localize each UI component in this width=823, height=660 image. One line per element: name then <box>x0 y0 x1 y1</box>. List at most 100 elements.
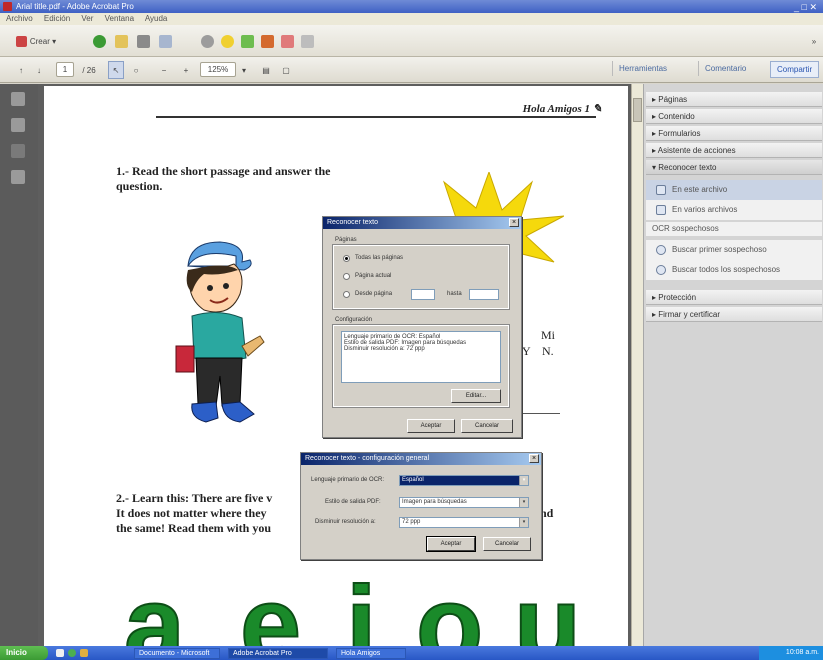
select-tool-icon[interactable]: ↖ <box>108 61 124 79</box>
page-thumbnails-icon[interactable] <box>11 92 25 106</box>
quicklaunch-browser-icon[interactable] <box>68 649 76 657</box>
section-action-wizard[interactable]: ▸ Asistente de acciones <box>646 143 822 158</box>
boy-cartoon-illustration <box>175 241 265 423</box>
task-acrobat[interactable]: Adobe Acrobat Pro <box>228 648 328 659</box>
page-header-title: Hola Amigos 1 ✎ <box>522 103 602 115</box>
windows-taskbar: Inicio Documento - Microsoft Adobe Acrob… <box>0 646 823 660</box>
bookmarks-icon[interactable] <box>11 118 25 132</box>
sign-icon[interactable] <box>298 32 316 50</box>
recognize-in-multiple-files[interactable]: En varios archivos <box>646 200 822 220</box>
section-pages[interactable]: ▸ Páginas <box>646 92 822 107</box>
vowel-letter-o: o <box>415 564 484 647</box>
menu-item-file[interactable]: Archivo <box>6 14 33 23</box>
resolution-select[interactable]: 72 ppp ▾ <box>399 517 529 528</box>
recognize-text-dialog: Reconocer texto × Páginas Todas las pági… <box>322 216 522 438</box>
previous-page-icon[interactable]: ↑ <box>14 61 28 79</box>
print-icon[interactable] <box>134 32 152 50</box>
scrollbar-thumb[interactable] <box>633 98 642 122</box>
next-page-icon[interactable]: ↓ <box>32 61 46 79</box>
to-label: hasta <box>447 291 462 297</box>
find-all-suspects[interactable]: Buscar todos los sospechosos <box>646 260 822 280</box>
fit-width-icon[interactable]: ▢ <box>278 61 294 79</box>
comment-icon[interactable] <box>218 32 236 50</box>
settings-group-label: Configuración <box>335 317 373 323</box>
settings-gear-icon[interactable] <box>198 32 216 50</box>
attach-icon[interactable] <box>278 32 296 50</box>
tools-right-panel: ▸ Páginas ▸ Contenido ▸ Formularios ▸ As… <box>643 84 823 646</box>
zoom-dropdown-icon[interactable]: ▾ <box>238 61 250 79</box>
recognize-in-this-file[interactable]: En este archivo <box>646 180 822 200</box>
dialog1-ok-button[interactable]: Aceptar <box>407 419 455 433</box>
section-protection[interactable]: ▸ Protección <box>646 290 822 305</box>
fit-page-icon[interactable]: ▤ <box>258 61 274 79</box>
pdf-style-select[interactable]: Imagen para búsquedas ▾ <box>399 497 529 508</box>
highlight-icon[interactable] <box>238 32 256 50</box>
radio-from-page-label: Desde página <box>355 291 393 297</box>
partial-text-mi: Mi <box>541 328 556 342</box>
section-content[interactable]: ▸ Contenido <box>646 109 822 124</box>
ocr-language-select[interactable]: Español ▾ <box>399 475 529 486</box>
section-forms[interactable]: ▸ Formularios <box>646 126 822 141</box>
tab-share[interactable]: Compartir <box>770 61 820 78</box>
menu-item-view[interactable]: Ver <box>81 14 93 23</box>
section-recognize-text[interactable]: ▾ Reconocer texto <box>646 160 822 175</box>
zoom-in-icon[interactable]: + <box>178 61 194 79</box>
chevron-down-icon: ▾ <box>519 518 528 527</box>
quicklaunch-folder-icon[interactable] <box>80 649 88 657</box>
radio-current-page[interactable] <box>343 273 350 280</box>
tab-tools[interactable]: Herramientas <box>612 61 673 76</box>
section-sign-certify[interactable]: ▸ Firmar y certificar <box>646 307 822 322</box>
to-page-input[interactable] <box>469 289 499 300</box>
dialog2-close-icon[interactable]: × <box>529 454 539 463</box>
window-title-bar: Arial title.pdf - Adobe Acrobat Pro _ □ … <box>0 0 823 13</box>
menu-item-help[interactable]: Ayuda <box>145 14 168 23</box>
start-button[interactable]: Inicio <box>0 646 48 660</box>
document-vertical-scrollbar[interactable] <box>631 84 643 646</box>
exercise-2-text: 2.- Learn this: There are five v It does… <box>116 491 273 535</box>
toolbar-overflow-icon[interactable]: » <box>809 32 819 50</box>
zoom-out-icon[interactable]: − <box>156 61 172 79</box>
attachments-icon[interactable] <box>11 170 25 184</box>
stamp-icon[interactable] <box>258 32 276 50</box>
partial-text-n: N. <box>542 344 554 358</box>
ocr-language-label: Lenguaje primario de OCR: <box>311 477 385 483</box>
magnifier-icon <box>656 245 666 255</box>
open-folder-icon[interactable] <box>112 32 130 50</box>
chevron-down-icon: ▾ <box>519 476 528 485</box>
find-first-suspect[interactable]: Buscar primer sospechoso <box>646 240 822 260</box>
email-icon[interactable] <box>156 32 174 50</box>
main-toolbar: Crear ▾ » <box>0 25 823 57</box>
menu-item-edit[interactable]: Edición <box>44 14 70 23</box>
dialog2-title: Reconocer texto - configuración general <box>301 453 541 465</box>
recognize-text-settings-dialog: Reconocer texto - configuración general … <box>300 452 542 560</box>
magnifier-all-icon <box>656 265 666 275</box>
combine-icon[interactable] <box>90 32 108 50</box>
header-rule <box>156 116 596 118</box>
task-folder[interactable]: Hola Amigos <box>336 648 406 659</box>
close-icon[interactable]: × <box>509 218 519 227</box>
menu-item-window[interactable]: Ventana <box>105 14 134 23</box>
hand-tool-icon[interactable]: ○ <box>128 61 144 79</box>
dialog1-cancel-button[interactable]: Cancelar <box>461 419 513 433</box>
signatures-icon[interactable] <box>11 144 25 158</box>
create-pdf-icon <box>15 35 27 47</box>
page-total: / 26 <box>82 65 96 75</box>
zoom-level-select[interactable]: 125% <box>200 62 236 77</box>
from-page-input[interactable] <box>411 289 435 300</box>
system-tray-clock: 10:08 a.m. <box>759 646 823 660</box>
ocr-suspects-header: OCR sospechosos <box>646 222 822 236</box>
edit-button[interactable]: Editar... <box>451 389 501 403</box>
vowel-letter-u: u <box>513 564 582 647</box>
radio-all-pages[interactable] <box>343 255 350 262</box>
settings-summary-box: Lenguaje primario de OCR: Español Estilo… <box>341 331 501 383</box>
pages-group-label: Páginas <box>335 237 357 243</box>
task-word-document[interactable]: Documento - Microsoft <box>134 648 220 659</box>
dialog2-cancel-button[interactable]: Cancelar <box>483 537 531 551</box>
partial-text-y: Y <box>522 344 531 358</box>
create-button[interactable]: Crear ▾ <box>8 32 64 50</box>
dialog2-ok-button[interactable]: Aceptar <box>426 536 476 552</box>
radio-from-page[interactable] <box>343 291 350 298</box>
page-number-input[interactable]: 1 <box>56 62 74 77</box>
quicklaunch-desktop-icon[interactable] <box>56 649 64 657</box>
tab-comment[interactable]: Comentario <box>698 61 752 76</box>
